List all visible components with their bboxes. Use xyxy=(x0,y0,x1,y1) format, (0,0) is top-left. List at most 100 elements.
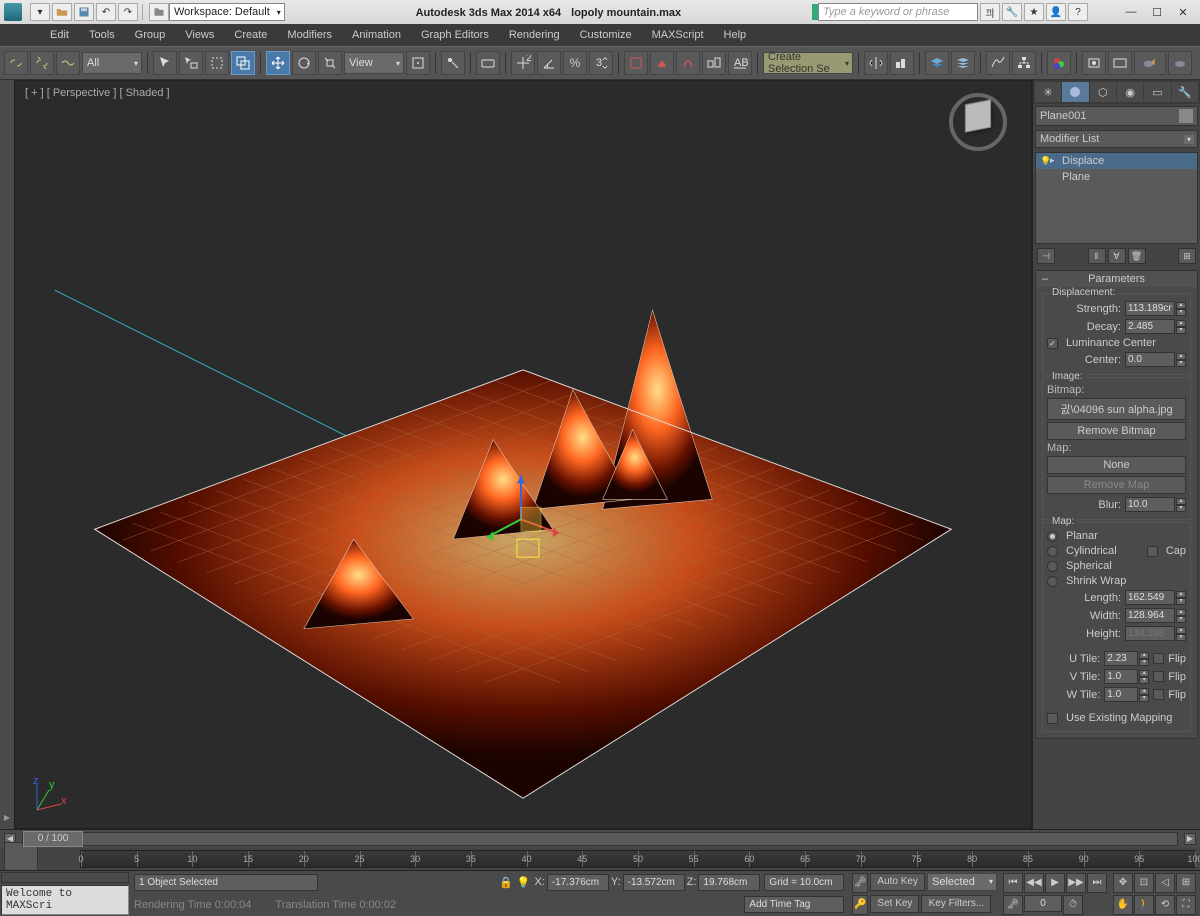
sign-in-button[interactable]: 👤 xyxy=(1046,3,1066,21)
map-none-button[interactable]: None xyxy=(1047,456,1186,474)
spinner-snap-icon[interactable]: 3 xyxy=(589,51,613,75)
object-name-field[interactable]: Plane001 xyxy=(1035,106,1198,126)
lock-icon[interactable]: 🔒 xyxy=(499,876,513,889)
length-spinner[interactable]: ▴▾ xyxy=(1125,590,1186,605)
bind-space-warp-icon[interactable] xyxy=(56,51,80,75)
center-spinner[interactable]: ▴▾ xyxy=(1125,352,1186,367)
goto-start-icon[interactable]: ⏮ xyxy=(1003,873,1023,893)
material-editor-icon[interactable] xyxy=(1047,51,1071,75)
menu-edit[interactable]: Edit xyxy=(40,26,79,44)
keyboard-shortcut-icon[interactable] xyxy=(476,51,500,75)
use-existing-checkbox[interactable] xyxy=(1047,713,1058,724)
render-frame-icon[interactable] xyxy=(1108,51,1132,75)
modifier-stack[interactable]: 💡▸Displace Plane xyxy=(1035,152,1198,244)
stack-show-end-icon[interactable]: ‖ xyxy=(1088,248,1106,264)
vflip-checkbox[interactable] xyxy=(1153,671,1164,682)
zoom-extents-icon[interactable]: ⊞ xyxy=(1176,873,1196,893)
width-spinner[interactable]: ▴▾ xyxy=(1125,608,1186,623)
viewport[interactable]: [ + ] [ Perspective ] [ Shaded ] xyxy=(14,80,1032,829)
unlink-icon[interactable] xyxy=(30,51,54,75)
tab-motion[interactable]: ◉ xyxy=(1117,82,1143,102)
select-by-name-icon[interactable] xyxy=(179,51,203,75)
key-mode-icon[interactable]: 🗝 xyxy=(852,873,868,893)
undo-button[interactable]: ↶ xyxy=(96,3,116,21)
align-tool-icon[interactable] xyxy=(890,51,914,75)
use-pivot-center-icon[interactable] xyxy=(406,51,430,75)
time-slider-track[interactable]: 0 / 100 xyxy=(22,832,1178,846)
maximize-button[interactable]: ☐ xyxy=(1144,3,1170,21)
named-selection-dropdown[interactable]: Create Selection Se xyxy=(763,52,853,74)
prev-frame-icon[interactable]: ◀◀ xyxy=(1024,873,1044,893)
map-spherical-radio[interactable] xyxy=(1047,561,1058,572)
left-rail-expand-icon[interactable]: ▶ xyxy=(2,813,12,823)
rectangle-select-icon[interactable] xyxy=(205,51,229,75)
add-time-tag-field[interactable]: Add Time Tag xyxy=(744,896,844,913)
stack-item-plane[interactable]: Plane xyxy=(1036,169,1197,185)
play-icon[interactable]: ▶ xyxy=(1045,873,1065,893)
stack-pin-icon[interactable]: ⊣ xyxy=(1037,248,1055,264)
map-planar-radio[interactable] xyxy=(1047,531,1058,542)
stack-item-displace[interactable]: 💡▸Displace xyxy=(1036,153,1197,169)
map-cylindrical-radio[interactable] xyxy=(1047,546,1058,557)
help-search-input[interactable]: Type a keyword or phrase xyxy=(818,3,978,21)
fov-icon[interactable]: ◁ xyxy=(1155,873,1175,893)
set-key-button[interactable]: Set Key xyxy=(870,895,919,913)
new-button[interactable]: ▾ xyxy=(30,3,50,21)
remove-bitmap-button[interactable]: Remove Bitmap xyxy=(1047,422,1186,440)
strength-spinner[interactable]: ▴▾ xyxy=(1125,301,1186,316)
mirror-tool-icon[interactable] xyxy=(864,51,888,75)
snap-2d-icon[interactable]: 2 xyxy=(511,51,535,75)
remove-map-button[interactable]: Remove Map xyxy=(1047,476,1186,494)
edit-named-selection-icon[interactable] xyxy=(624,51,648,75)
key-selected-dropdown[interactable]: Selected xyxy=(927,873,997,891)
render-last-icon[interactable] xyxy=(1168,51,1192,75)
isolate-icon[interactable]: 💡 xyxy=(517,876,531,889)
orbit-icon[interactable]: ⟲ xyxy=(1155,895,1175,915)
tab-hierarchy[interactable]: ⬡ xyxy=(1090,82,1116,102)
current-frame-field[interactable]: 0 xyxy=(1024,895,1062,912)
map-shrink-radio[interactable] xyxy=(1047,576,1058,587)
workspace-selector[interactable]: Workspace: Default xyxy=(169,3,285,21)
x-coord-field[interactable]: -17.376cm xyxy=(547,874,609,891)
select-rotate-icon[interactable] xyxy=(292,51,316,75)
menu-group[interactable]: Group xyxy=(125,26,176,44)
select-manipulate-icon[interactable] xyxy=(441,51,465,75)
time-ruler-track[interactable]: 0510152025303540455055606570758085909510… xyxy=(80,850,1196,868)
redo-button[interactable]: ↷ xyxy=(118,3,138,21)
vtile-spinner[interactable]: ▴▾ xyxy=(1104,669,1149,684)
blur-spinner[interactable]: ▴▾ xyxy=(1125,497,1186,512)
select-scale-icon[interactable] xyxy=(318,51,342,75)
selection-filter-dropdown[interactable]: All xyxy=(82,52,142,74)
mirror-icon[interactable] xyxy=(676,51,700,75)
menu-create[interactable]: Create xyxy=(224,26,277,44)
render-production-icon[interactable] xyxy=(1134,51,1166,75)
menu-rendering[interactable]: Rendering xyxy=(499,26,570,44)
layer-manager-icon[interactable] xyxy=(951,51,975,75)
key-filters-button[interactable]: Key Filters... xyxy=(921,895,991,913)
z-coord-field[interactable]: 19.768cm xyxy=(698,874,760,891)
tab-modify[interactable] xyxy=(1062,82,1088,102)
menu-tools[interactable]: Tools xyxy=(79,26,125,44)
decay-spinner[interactable]: ▴▾ xyxy=(1125,319,1186,334)
rollout-parameters-head[interactable]: Parameters xyxy=(1036,271,1197,287)
minimize-button[interactable]: — xyxy=(1118,3,1144,21)
uflip-checkbox[interactable] xyxy=(1153,653,1164,664)
luminance-center-checkbox[interactable]: ✓ xyxy=(1047,338,1058,349)
wflip-checkbox[interactable] xyxy=(1153,689,1164,700)
menu-customize[interactable]: Customize xyxy=(570,26,642,44)
menu-help[interactable]: Help xyxy=(714,26,757,44)
auto-key-button[interactable]: Auto Key xyxy=(870,873,925,891)
pan-icon[interactable]: ✋ xyxy=(1113,895,1133,915)
reference-coord-dropdown[interactable]: View xyxy=(344,52,404,74)
pan-view-icon[interactable]: ✥ xyxy=(1113,873,1133,893)
tab-display[interactable]: ▭ xyxy=(1144,82,1170,102)
menu-graph-editors[interactable]: Graph Editors xyxy=(411,26,499,44)
key-step-icon[interactable]: 🗝 xyxy=(1003,895,1023,915)
menu-modifiers[interactable]: Modifiers xyxy=(277,26,342,44)
utile-spinner[interactable]: ▴▾ xyxy=(1104,651,1149,666)
info-button-1[interactable]: 끠 xyxy=(980,3,1000,21)
modifier-list-dropdown[interactable]: Modifier List xyxy=(1035,130,1198,148)
walk-icon[interactable]: 🚶 xyxy=(1134,895,1154,915)
timeline-next-icon[interactable]: ▶ xyxy=(1184,833,1196,845)
time-config-icon[interactable]: ⏱ xyxy=(1063,895,1083,915)
